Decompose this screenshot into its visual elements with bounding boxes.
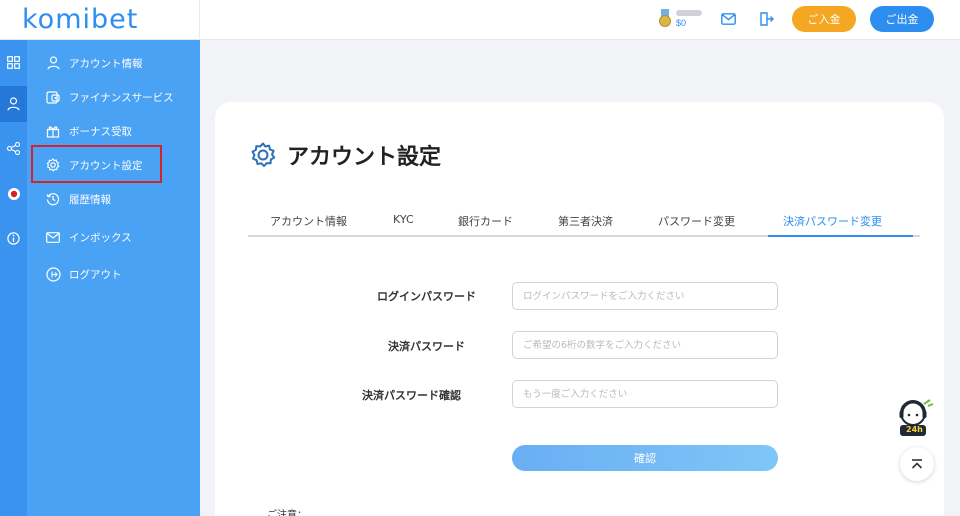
active-tab-indicator: [768, 235, 913, 237]
sidebar-item-inbox[interactable]: インボックス: [27, 222, 200, 252]
user-icon: [45, 55, 61, 71]
payment-password-label: 決済パスワード: [388, 340, 465, 353]
grid-icon: [7, 55, 20, 69]
logout-icon[interactable]: [754, 7, 778, 31]
sidebar-item-label: インボックス: [69, 231, 132, 244]
medal-icon: [658, 9, 672, 29]
header-actions: $0 ご入金 ご出金: [658, 5, 934, 33]
mail-icon: [45, 229, 61, 245]
tab-payment-password-change[interactable]: 決済パスワード変更: [783, 213, 882, 229]
chevron-up-icon: [911, 459, 923, 469]
payment-password-confirm-label: 決済パスワード確認: [362, 389, 461, 402]
live-support-button[interactable]: 24h: [896, 396, 936, 438]
wallet-icon: [45, 89, 61, 105]
sidebar-item-label: ボーナス受取: [69, 125, 132, 138]
tab-kyc[interactable]: KYC: [393, 213, 414, 226]
annotation-highlight-sidebar: [31, 145, 162, 183]
tab-account-info[interactable]: アカウント情報: [270, 213, 347, 229]
tab-bank-card[interactable]: 銀行カード: [458, 213, 513, 229]
tab-password-change[interactable]: パスワード変更: [658, 213, 735, 229]
support-24h-badge: 24h: [906, 425, 923, 434]
top-header: komibet $0 ご入金 ご出金: [0, 0, 960, 40]
mail-icon[interactable]: [716, 7, 740, 31]
history-icon: [45, 191, 61, 207]
page-title-row: アカウント設定: [249, 139, 441, 171]
logo-area: komibet: [0, 0, 200, 40]
tab-third-party-payment[interactable]: 第三者決済: [558, 213, 613, 229]
gear-icon: [251, 142, 276, 167]
username-blurred: [676, 10, 702, 16]
sidebar-item-finance[interactable]: ファイナンスサービス: [27, 82, 200, 112]
deposit-button[interactable]: ご入金: [792, 6, 856, 32]
rail-live-button[interactable]: [0, 176, 27, 212]
sidebar-item-label: アカウント情報: [69, 57, 143, 70]
sidebar-item-bonus[interactable]: ボーナス受取: [27, 116, 200, 146]
sidebar-item-logout[interactable]: ログアウト: [27, 259, 200, 289]
rail-user-button[interactable]: [0, 86, 27, 122]
payment-password-confirm-input[interactable]: [512, 380, 778, 408]
settings-tabs: アカウント情報 KYC 銀行カード 第三者決済 パスワード変更 決済パスワード変…: [248, 209, 920, 237]
sidebar-item-label: 履歴情報: [69, 193, 111, 206]
logout-icon: [45, 266, 61, 282]
user-icon: [7, 97, 20, 111]
withdraw-button[interactable]: ご出金: [870, 6, 934, 32]
info-icon: [7, 231, 20, 245]
sidebar-item-history[interactable]: 履歴情報: [27, 184, 200, 214]
scroll-to-top-button[interactable]: [900, 447, 934, 481]
notice-heading: ご注意：: [267, 510, 307, 516]
login-password-label: ログインパスワード: [377, 290, 476, 303]
balance-amount: $0: [676, 18, 687, 28]
balance-widget[interactable]: $0: [658, 9, 702, 29]
sidebar: アカウント情報 ファイナンスサービス ボーナス受取 アカウント設定 履歴情報 イ…: [27, 40, 200, 516]
confirm-button[interactable]: 確認: [512, 445, 778, 471]
account-settings-card: アカウント設定 アカウント情報 KYC 銀行カード 第三者決済 パスワード変更 …: [215, 102, 944, 516]
sidebar-item-label: ログアウト: [69, 268, 122, 281]
gift-icon: [45, 123, 61, 139]
brand-logo[interactable]: komibet: [22, 4, 138, 35]
payment-password-input[interactable]: [512, 331, 778, 359]
icon-rail: [0, 40, 27, 516]
sidebar-item-label: ファイナンスサービス: [69, 91, 174, 104]
rail-info-button[interactable]: [0, 220, 27, 256]
login-password-input[interactable]: [512, 282, 778, 310]
sidebar-item-account-info[interactable]: アカウント情報: [27, 48, 200, 78]
share-icon: [7, 141, 20, 155]
rail-grid-button[interactable]: [0, 44, 27, 80]
live-icon: [7, 188, 20, 200]
rail-share-button[interactable]: [0, 130, 27, 166]
page-title: アカウント設定: [287, 145, 442, 170]
